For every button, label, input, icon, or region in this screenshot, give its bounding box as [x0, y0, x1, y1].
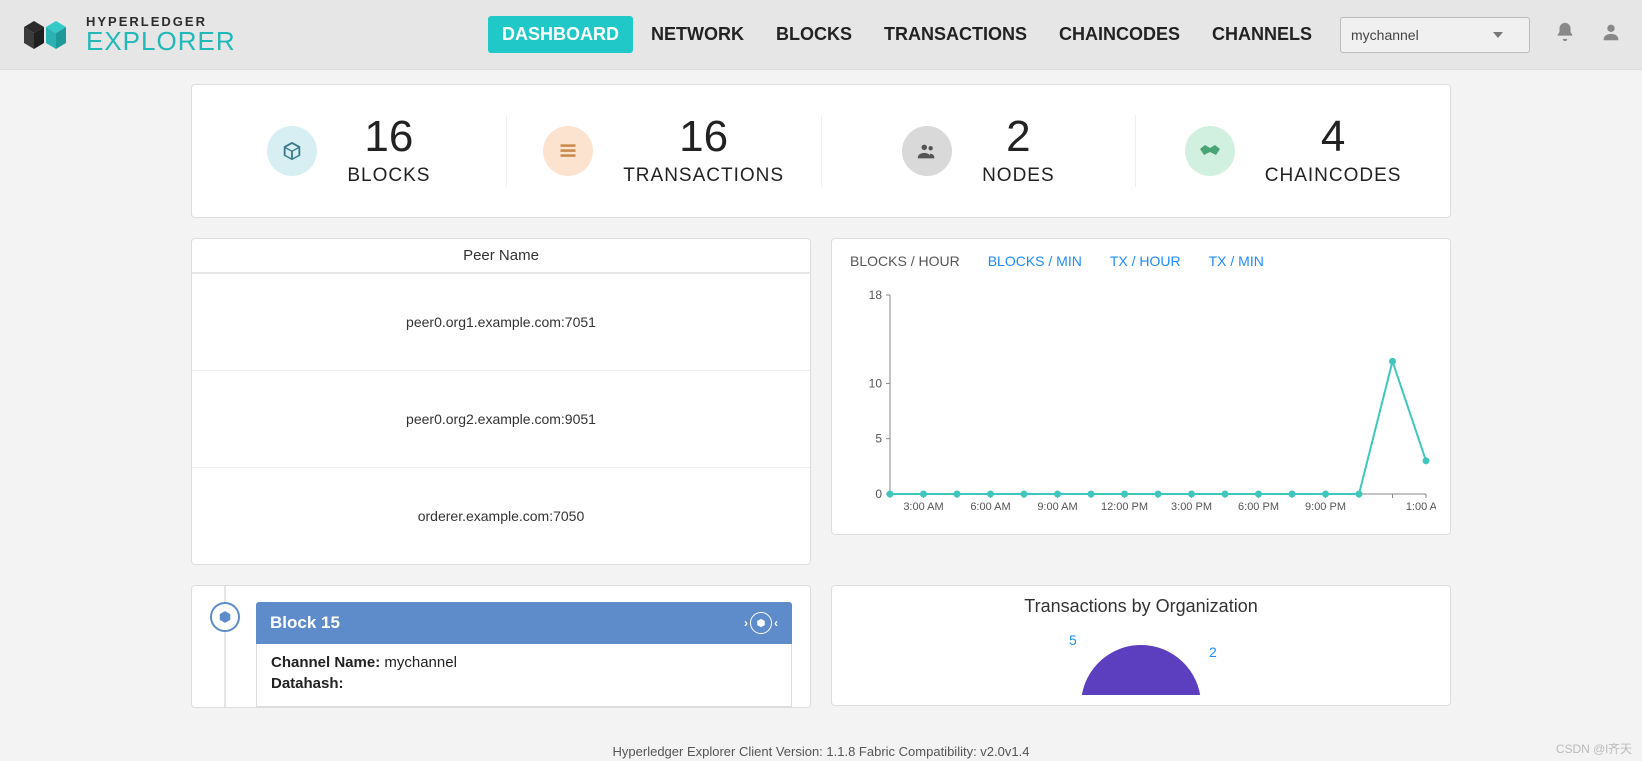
- chart-tab-blocks-min[interactable]: BLOCKS / MIN: [988, 249, 1082, 275]
- navbar: HYPERLEDGER EXPLORER DASHBOARD NETWORK B…: [0, 0, 1642, 70]
- tab-blocks[interactable]: BLOCKS: [762, 16, 866, 53]
- chart-area: 0 5 10 18 3:00 AM 6:00 AM 9:00 AM 12:00 PM 3:00 …: [846, 285, 1436, 520]
- stat-transactions: 16 TRANSACTIONS: [507, 115, 822, 187]
- stat-tx-label: TRANSACTIONS: [623, 165, 784, 187]
- org-panel: Transactions by Organization 52: [831, 585, 1451, 706]
- svg-text:0: 0: [875, 487, 882, 501]
- block-header-actions[interactable]: › ‹: [744, 612, 778, 634]
- svg-text:5: 5: [1069, 632, 1077, 648]
- nav-tabs: DASHBOARD NETWORK BLOCKS TRANSACTIONS CH…: [488, 16, 1326, 53]
- svg-text:6:00 AM: 6:00 AM: [970, 501, 1010, 513]
- peer-row[interactable]: peer0.org1.example.com:7051: [192, 274, 810, 371]
- block-icon-circle: [750, 612, 772, 634]
- stat-nodes: 2 NODES: [822, 115, 1137, 187]
- stat-blocks: 16 BLOCKS: [192, 115, 507, 187]
- svg-text:10: 10: [869, 376, 883, 390]
- stats-card: 16 BLOCKS 16 TRANSACTIONS 2 NODES: [191, 84, 1451, 218]
- svg-text:9:00 PM: 9:00 PM: [1305, 501, 1346, 513]
- chevron-right-icon: ›: [744, 616, 748, 630]
- stat-blocks-value: 16: [347, 115, 430, 159]
- line-chart-svg: 0 5 10 18 3:00 AM 6:00 AM 9:00 AM 12:00 PM 3:00 …: [846, 285, 1436, 520]
- chart-tabs: BLOCKS / HOUR BLOCKS / MIN TX / HOUR TX …: [846, 249, 1436, 285]
- channel-select[interactable]: mychannel: [1340, 17, 1530, 53]
- stat-tx-value: 16: [623, 115, 784, 159]
- chevron-left-icon: ‹: [774, 616, 778, 630]
- org-chart-title: Transactions by Organization: [846, 596, 1436, 617]
- channel-name-value: mychannel: [384, 654, 457, 671]
- svg-text:3:00 AM: 3:00 AM: [903, 501, 943, 513]
- datahash-label: Datahash:: [271, 675, 344, 692]
- timeline-node-icon: [210, 602, 240, 632]
- chart-tab-blocks-hour[interactable]: BLOCKS / HOUR: [850, 249, 960, 275]
- users-icon: [902, 126, 952, 176]
- block-header[interactable]: Block 15 › ‹: [256, 602, 792, 644]
- footer-version: Hyperledger Explorer Client Version: 1.1…: [0, 744, 1642, 759]
- tab-dashboard[interactable]: DASHBOARD: [488, 16, 633, 53]
- svg-text:6:00 PM: 6:00 PM: [1238, 501, 1279, 513]
- user-icon[interactable]: [1600, 21, 1622, 48]
- logo[interactable]: HYPERLEDGER EXPLORER: [20, 15, 236, 55]
- stat-blocks-label: BLOCKS: [347, 165, 430, 187]
- stat-cc-label: CHAINCODES: [1265, 165, 1402, 187]
- cube-icon: [267, 126, 317, 176]
- chevron-down-icon: [1493, 32, 1503, 38]
- svg-text:5: 5: [875, 432, 882, 446]
- svg-text:12:00 PM: 12:00 PM: [1101, 501, 1148, 513]
- chart-tab-tx-min[interactable]: TX / MIN: [1209, 249, 1264, 275]
- handshake-icon: [1185, 126, 1235, 176]
- tab-channels[interactable]: CHANNELS: [1198, 16, 1326, 53]
- pie-chart-svg: 52: [1031, 625, 1251, 695]
- timeline-panel: Block 15 › ‹ Channel Name: mychannel Dat…: [191, 585, 811, 708]
- peer-row[interactable]: peer0.org2.example.com:9051: [192, 371, 810, 468]
- chart-tab-tx-hour[interactable]: TX / HOUR: [1110, 249, 1181, 275]
- block-body: Channel Name: mychannel Datahash:: [256, 644, 792, 707]
- logo-cubes-icon: [20, 15, 76, 55]
- tab-chaincodes[interactable]: CHAINCODES: [1045, 16, 1194, 53]
- stat-cc-value: 4: [1265, 115, 1402, 159]
- stat-chaincodes: 4 CHAINCODES: [1136, 115, 1450, 187]
- stat-nodes-label: NODES: [982, 165, 1055, 187]
- watermark: CSDN @l齐天: [1556, 740, 1632, 757]
- svg-text:2: 2: [1209, 644, 1217, 660]
- svg-text:18: 18: [869, 288, 883, 302]
- block-title: Block 15: [270, 613, 340, 633]
- logo-text: HYPERLEDGER EXPLORER: [86, 15, 236, 54]
- channel-selected-value: mychannel: [1351, 27, 1419, 43]
- bell-icon[interactable]: [1554, 21, 1576, 48]
- stat-nodes-value: 2: [982, 115, 1055, 159]
- channel-name-label: Channel Name:: [271, 654, 380, 671]
- chart-panel: BLOCKS / HOUR BLOCKS / MIN TX / HOUR TX …: [831, 238, 1451, 535]
- peers-header: Peer Name: [192, 239, 810, 274]
- block-card[interactable]: Block 15 › ‹ Channel Name: mychannel Dat…: [256, 602, 792, 707]
- org-pie-wrap: 52: [846, 625, 1436, 695]
- tab-transactions[interactable]: TRANSACTIONS: [870, 16, 1041, 53]
- svg-text:9:00 AM: 9:00 AM: [1037, 501, 1077, 513]
- peers-panel: Peer Name peer0.org1.example.com:7051 pe…: [191, 238, 811, 565]
- peer-row[interactable]: orderer.example.com:7050: [192, 468, 810, 564]
- list-icon: [543, 126, 593, 176]
- tab-network[interactable]: NETWORK: [637, 16, 758, 53]
- svg-text:1:00 AM: 1:00 AM: [1406, 501, 1436, 513]
- brand-line2: EXPLORER: [86, 28, 236, 54]
- svg-text:3:00 PM: 3:00 PM: [1171, 501, 1212, 513]
